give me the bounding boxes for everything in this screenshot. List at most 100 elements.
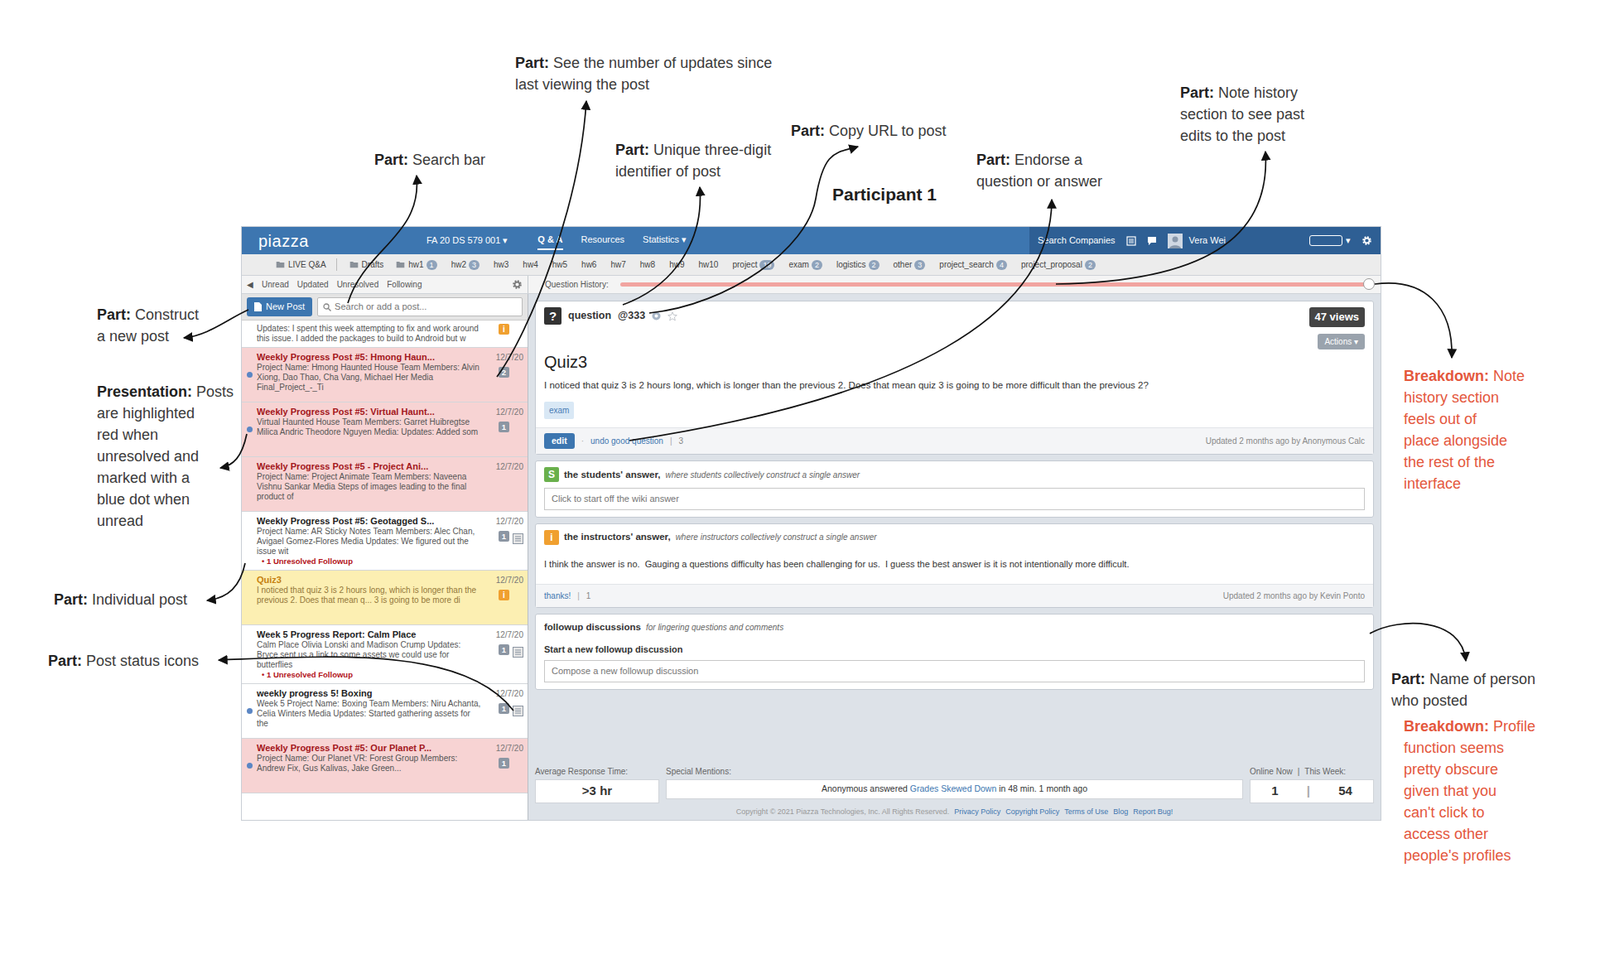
list-icon[interactable]	[1126, 236, 1137, 246]
course-selector[interactable]: FA 20 DS 579 001 ▾	[426, 233, 508, 248]
avatar-icon[interactable]	[1167, 233, 1183, 249]
footer-link[interactable]: Copyright Policy	[1005, 806, 1060, 819]
post-item[interactable]: Quiz3I noticed that quiz 3 is 2 hours lo…	[241, 570, 528, 626]
footer-link[interactable]: Report Bug!	[1132, 806, 1173, 819]
folder-item[interactable]: hw8	[637, 258, 656, 271]
star-icon[interactable]	[667, 311, 678, 322]
post-text[interactable]: Weekly Progress Post #5: Our Planet P...…	[256, 742, 484, 790]
nav-tab-label[interactable]: Resources	[581, 234, 626, 245]
history-knob[interactable]	[1363, 278, 1375, 290]
post-title[interactable]: Weekly Progress Post #5: Hmong Haun...	[256, 351, 484, 363]
gear-icon[interactable]	[511, 279, 523, 290]
post-text[interactable]: Weekly Progress Post #5: Virtual Haunt..…	[256, 405, 484, 454]
folder-label[interactable]: project_search	[939, 258, 994, 271]
chat-icon[interactable]	[1146, 236, 1157, 246]
folder-label[interactable]: hw8	[640, 258, 656, 271]
nav-tab-label[interactable]: Q & A	[537, 234, 563, 245]
post-body[interactable]: Updates: I spent this week attempting to…	[241, 320, 528, 347]
post-title[interactable]: Week 5 Progress Report: Calm Place	[256, 628, 484, 641]
folder-item[interactable]: hw6	[578, 258, 597, 271]
endorse-link[interactable]: undo good question	[590, 434, 664, 448]
post-item[interactable]: Weekly Progress Post #5: Virtual Haunt..…	[241, 402, 528, 458]
post-body[interactable]: Week 5 Progress Report: Calm PlaceCalm P…	[241, 625, 528, 684]
folder-label[interactable]: hw3	[493, 258, 509, 271]
post-text[interactable]: Updates: I spent this week attempting to…	[256, 323, 484, 344]
search-field[interactable]	[317, 297, 523, 317]
folder-label[interactable]: LIVE Q&A	[288, 258, 327, 271]
wiki-answer-input[interactable]	[544, 487, 1365, 511]
folder-label[interactable]: hw5	[552, 258, 568, 271]
post-body[interactable]: weekly progress 5! BoxingWeek 5 Project …	[241, 684, 528, 738]
actions-button[interactable]: Actions ▾	[1317, 333, 1365, 350]
folder-item[interactable]: LIVE Q&A	[274, 258, 338, 271]
folder-item[interactable]: hw7	[607, 258, 626, 271]
post-text[interactable]: Week 5 Progress Report: Calm PlaceCalm P…	[256, 628, 484, 680]
post-item[interactable]: Weekly Progress Post #5: Hmong Haun...Pr…	[241, 347, 528, 403]
post-text[interactable]: Weekly Progress Post #5: Hmong Haun...Pr…	[256, 351, 484, 399]
post-title[interactable]: Quiz3	[256, 573, 484, 586]
post-title[interactable]: Weekly Progress Post #5 - Project Ani...	[256, 460, 484, 473]
post-title[interactable]: Weekly Progress Post #5: Geotagged S...	[256, 515, 484, 527]
folder-item[interactable]: exam2	[785, 258, 822, 271]
folder-label[interactable]: hw6	[581, 258, 597, 271]
filter-settings[interactable]	[511, 279, 523, 290]
history-slider[interactable]	[620, 282, 1369, 287]
gear-icon[interactable]	[1361, 235, 1373, 246]
folder-item[interactable]: logistics2	[833, 258, 880, 271]
logo[interactable]: piazza	[241, 228, 427, 254]
folder-item[interactable]: Drafts	[348, 258, 385, 271]
edit-button[interactable]: edit	[544, 433, 575, 450]
folder-label[interactable]: exam	[788, 258, 809, 271]
collapse-button[interactable]: ◀	[246, 278, 254, 291]
post-body[interactable]: Weekly Progress Post #5: Virtual Haunt..…	[241, 402, 528, 457]
folder-label[interactable]: hw9	[669, 258, 685, 271]
filter-link[interactable]: Unread	[261, 278, 290, 291]
user-menu[interactable]: Vera Wei	[1167, 233, 1226, 249]
folder-item[interactable]: project_search4	[936, 258, 1008, 271]
post-title[interactable]: Weekly Progress Post #5: Virtual Haunt..…	[256, 405, 484, 418]
post-text[interactable]: Weekly Progress Post #5 - Project Ani...…	[256, 460, 484, 508]
post-item[interactable]: Weekly Progress Post #5 - Project Ani...…	[241, 457, 528, 512]
user-name[interactable]: Vera Wei	[1189, 233, 1226, 248]
folder-label[interactable]: hw10	[698, 258, 719, 271]
post-item[interactable]: weekly progress 5! BoxingWeek 5 Project …	[241, 684, 528, 739]
dropdown-caret[interactable]: ▾	[1345, 233, 1351, 248]
post-item[interactable]: Week 5 Progress Report: Calm PlaceCalm P…	[241, 625, 528, 685]
user-dropdown[interactable]: ▾	[1309, 233, 1351, 248]
mention-link[interactable]: Grades Skewed Down	[910, 783, 997, 794]
footer-link[interactable]: Blog	[1113, 806, 1128, 819]
document-icon[interactable]	[254, 302, 262, 312]
followup-input[interactable]	[544, 660, 1365, 683]
copy-link-icon[interactable]	[651, 311, 661, 321]
folder-label[interactable]: hw2	[451, 258, 467, 271]
user-box[interactable]	[1309, 235, 1343, 246]
post-body[interactable]: Weekly Progress Post #5 - Project Ani...…	[241, 457, 528, 511]
filter-link[interactable]: Unresolved	[337, 278, 380, 291]
question-number[interactable]: @333	[617, 308, 646, 324]
new-post-label[interactable]: New Post	[265, 299, 305, 314]
post-body[interactable]: Weekly Progress Post #5: Geotagged S...P…	[241, 511, 528, 570]
folder-item[interactable]: hw10	[696, 258, 719, 271]
post-body[interactable]: Quiz3I noticed that quiz 3 is 2 hours lo…	[241, 570, 528, 625]
post-item[interactable]: Weekly Progress Post #5: Geotagged S...P…	[241, 511, 528, 571]
footer-link[interactable]: Terms of Use	[1064, 806, 1109, 819]
post-text[interactable]: Quiz3I noticed that quiz 3 is 2 hours lo…	[256, 573, 484, 622]
filter-link[interactable]: Following	[386, 278, 422, 291]
folder-item[interactable]: other3	[891, 258, 926, 271]
thanks-link[interactable]: thanks!	[544, 589, 571, 603]
folder-item[interactable]: project_proposal2	[1018, 258, 1096, 271]
nav-tab[interactable]: Resources	[581, 231, 626, 251]
post-body[interactable]: Weekly Progress Post #5: Hmong Haun...Pr…	[241, 347, 528, 402]
search-companies-link[interactable]: Search Companies	[1037, 233, 1116, 248]
folder-item[interactable]: hw9	[666, 258, 685, 271]
tag[interactable]: exam	[544, 401, 574, 420]
folder-label[interactable]: hw7	[610, 258, 626, 271]
post-item[interactable]: Weekly Progress Post #5: Our Planet P...…	[241, 738, 528, 794]
nav-tab-label[interactable]: Statistics ▾	[642, 234, 687, 245]
new-post-button[interactable]: New Post	[246, 297, 313, 317]
folder-item[interactable]: hw3	[491, 258, 509, 271]
folder-label[interactable]: project	[732, 258, 757, 271]
post-item[interactable]: Updates: I spent this week attempting to…	[241, 320, 528, 348]
folder-label[interactable]: Drafts	[361, 258, 385, 271]
nav-tab[interactable]: Q & A	[537, 231, 563, 251]
